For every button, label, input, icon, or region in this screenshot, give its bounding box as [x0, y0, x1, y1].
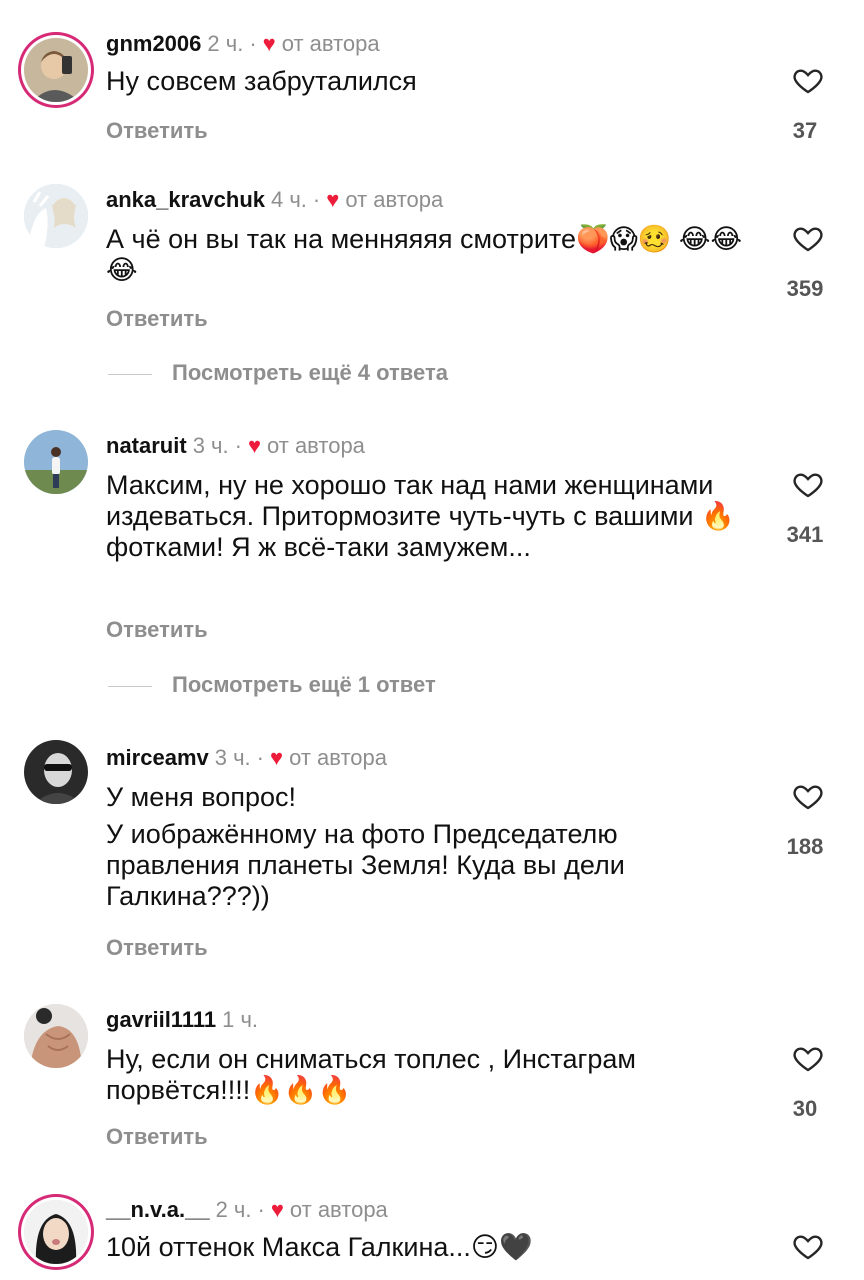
heart-outline-icon[interactable]	[792, 1042, 824, 1074]
reply-button[interactable]: Ответить	[106, 1124, 208, 1150]
reply-button[interactable]: Ответить	[106, 306, 208, 332]
username[interactable]: mirceamv	[106, 745, 209, 770]
user-photo-icon	[24, 430, 88, 494]
timestamp: 4 ч.	[271, 187, 307, 212]
separator-dot: ·	[257, 1197, 265, 1222]
username[interactable]: anka_kravchuk	[106, 187, 265, 212]
like-count: 37	[792, 118, 818, 143]
comment-line: Ну совсем забруталился	[106, 66, 417, 96]
divider-line	[108, 685, 152, 687]
like-count: 359	[786, 276, 824, 301]
comment-meta: gavriil1111 1 ч.	[106, 1006, 258, 1034]
heart-filled-icon: ♥	[262, 31, 276, 56]
comment-meta: nataruit 3 ч. · ♥ от автора	[106, 432, 365, 460]
timestamp: 2 ч.	[207, 31, 244, 56]
reply-button[interactable]: Ответить	[106, 118, 208, 144]
heart-filled-icon: ♥	[270, 1197, 284, 1222]
heart-outline-icon[interactable]	[792, 468, 824, 500]
comment-text: 10й оттенок Макса Галкина...😏🖤	[106, 1232, 744, 1269]
comment-text: Ну совсем забруталился	[106, 66, 744, 103]
comment-line: У меня вопрос!	[106, 782, 296, 812]
separator-dot: ·	[234, 433, 242, 458]
reply-button[interactable]: Ответить	[106, 617, 208, 643]
like-count: 341	[786, 522, 824, 547]
comment-meta: anka_kravchuk 4 ч. · ♥ от автора	[106, 186, 443, 214]
avatar[interactable]	[24, 38, 88, 102]
comment-text: Максим, ну не хорошо так над нами женщин…	[106, 470, 744, 569]
comment-line: Ну, если он сниматься топлес , Инстаграм…	[106, 1044, 636, 1105]
comment-text: А чё он вы так на менняяяя смотрите🍑😱🥴 😂…	[106, 224, 744, 292]
user-photo-icon	[24, 184, 88, 248]
timestamp: 3 ч.	[192, 433, 229, 458]
liked-by-author-label: от автора	[289, 1197, 388, 1222]
heart-filled-icon: ♥	[247, 433, 261, 458]
view-more-replies-button[interactable]: Посмотреть ещё 4 ответа	[108, 360, 448, 386]
heart-filled-icon: ♥	[270, 745, 284, 770]
username[interactable]: __n.v.a.__	[106, 1197, 210, 1222]
user-photo-icon	[24, 38, 88, 102]
avatar[interactable]	[24, 1004, 88, 1068]
username[interactable]: gavriil1111	[106, 1007, 216, 1032]
reply-button[interactable]: Ответить	[106, 935, 208, 961]
view-more-replies-label: Посмотреть ещё 1 ответ	[172, 672, 436, 697]
separator-dot: ·	[312, 187, 321, 212]
heart-outline-icon[interactable]	[792, 780, 824, 812]
view-more-replies-label: Посмотреть ещё 4 ответа	[172, 360, 448, 385]
avatar[interactable]	[24, 184, 88, 248]
liked-by-author-label: от автора	[281, 31, 380, 56]
heart-outline-icon[interactable]	[792, 1230, 824, 1262]
comment-line: А чё он вы так на менняяяя смотрите🍑😱🥴 😂…	[106, 224, 742, 285]
comment-meta: mirceamv 3 ч. · ♥ от автора	[106, 744, 387, 772]
divider-line	[108, 373, 152, 375]
avatar[interactable]	[24, 740, 88, 804]
separator-dot: ·	[249, 31, 257, 56]
comment-text: У меня вопрос! У иображённому на фото Пр…	[106, 782, 744, 918]
timestamp: 3 ч.	[214, 745, 251, 770]
user-photo-icon	[24, 1004, 88, 1068]
heart-outline-icon[interactable]	[792, 222, 824, 254]
avatar[interactable]	[24, 1200, 88, 1264]
timestamp: 2 ч.	[215, 1197, 252, 1222]
avatar[interactable]	[24, 430, 88, 494]
comment-meta: gnm2006 2 ч. · ♥ от автора	[106, 30, 380, 58]
heart-filled-icon: ♥	[326, 187, 340, 212]
heart-outline-icon[interactable]	[792, 64, 824, 96]
username[interactable]: gnm2006	[106, 31, 201, 56]
comment-line: Максим, ну не хорошо так над нами женщин…	[106, 470, 735, 562]
username[interactable]: nataruit	[106, 433, 187, 458]
like-count: 30	[792, 1096, 818, 1121]
separator-dot: ·	[256, 745, 264, 770]
like-count: 188	[786, 834, 824, 859]
liked-by-author-label: от автора	[289, 745, 387, 770]
liked-by-author-label: от автора	[267, 433, 365, 458]
user-photo-icon	[24, 1200, 88, 1264]
timestamp: 1 ч.	[222, 1007, 259, 1032]
liked-by-author-label: от автора	[345, 187, 444, 212]
comment-meta: __n.v.a.__ 2 ч. · ♥ от автора	[106, 1196, 388, 1224]
comment-line: 10й оттенок Макса Галкина...😏🖤	[106, 1232, 533, 1262]
user-photo-icon	[24, 740, 88, 804]
comment-text: Ну, если он сниматься топлес , Инстаграм…	[106, 1044, 744, 1112]
comment-line: У иображённому на фото Председателю прав…	[106, 819, 625, 911]
view-more-replies-button[interactable]: Посмотреть ещё 1 ответ	[108, 672, 436, 698]
